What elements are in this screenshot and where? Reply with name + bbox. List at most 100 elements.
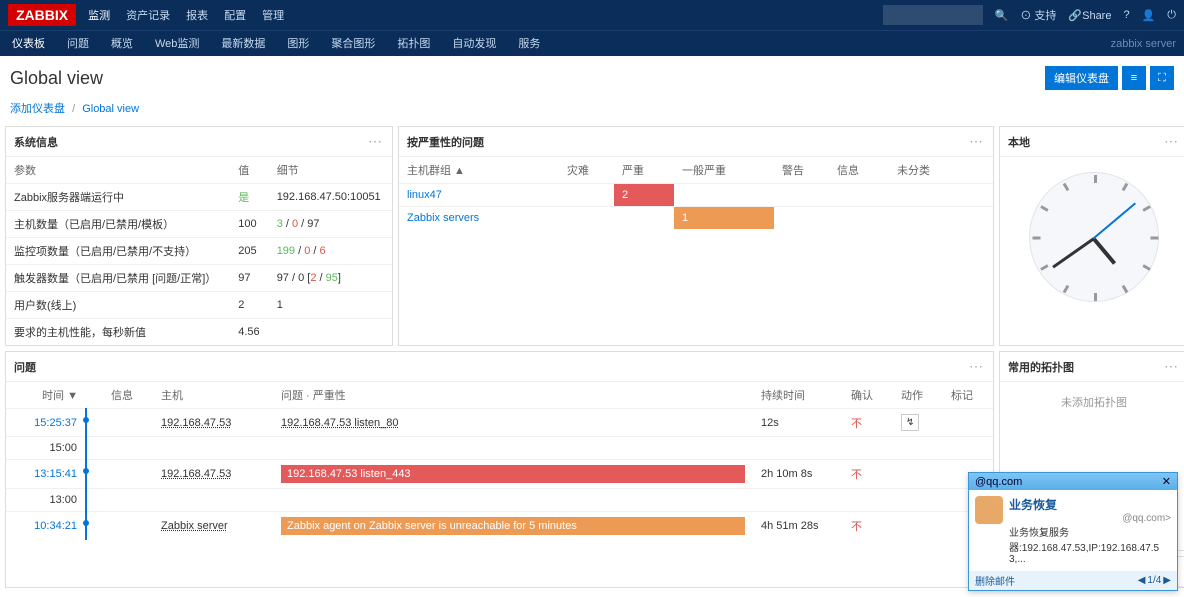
param-cell: 主机数量（已启用/已禁用/模板） bbox=[6, 211, 230, 238]
sub-nav: 仪表板 问题 概览 Web监测 最新数据 图形 聚合图形 拓扑图 自动发现 服务 bbox=[8, 29, 1111, 59]
problem-cell[interactable]: 192.168.47.53 listen_443 bbox=[273, 460, 753, 489]
support-link[interactable]: ⊙ 支持 bbox=[1020, 7, 1056, 23]
sev-high-count[interactable]: 2 bbox=[614, 184, 674, 206]
duration-cell: 2h 10m 8s bbox=[753, 460, 843, 489]
time-label: 13:00 bbox=[6, 489, 86, 512]
ack-link[interactable]: 不 bbox=[843, 409, 893, 437]
clock-widget: 本地 ⋯ bbox=[999, 126, 1184, 346]
subnav-dashboard[interactable]: 仪表板 bbox=[8, 29, 49, 59]
info-cell bbox=[103, 460, 153, 489]
widget-menu-icon[interactable]: ⋯ bbox=[969, 133, 985, 150]
subnav-latest[interactable]: 最新数据 bbox=[217, 29, 269, 59]
action-icon[interactable]: ↯ bbox=[901, 414, 919, 431]
clock-face-container bbox=[1000, 157, 1184, 317]
breadcrumb-sep: / bbox=[72, 103, 75, 115]
param-cell: 监控项数量（已启用/已禁用/不支持） bbox=[6, 238, 230, 265]
col-high: 严重 bbox=[614, 157, 674, 184]
favmap-title: 常用的拓扑图 bbox=[1008, 359, 1164, 375]
sysinfo-title: 系统信息 bbox=[14, 134, 368, 150]
sysinfo-row: 主机数量（已启用/已禁用/模板）1003 / 0 / 97 bbox=[6, 211, 392, 238]
popup-line1: 业务恢复服务 bbox=[1009, 524, 1171, 539]
param-cell: 触发器数量（已启用/已禁用 [问题/正常]） bbox=[6, 265, 230, 292]
col-average: 一般严重 bbox=[674, 157, 774, 184]
nav-monitoring[interactable]: 监测 bbox=[88, 7, 110, 23]
problem-row: 10:34:21 Zabbix serverZabbix agent on Zab… bbox=[6, 512, 993, 541]
nav-inventory[interactable]: 资产记录 bbox=[126, 7, 170, 23]
widget-menu-icon[interactable]: ⋯ bbox=[1164, 358, 1180, 375]
col-time[interactable]: 时间 ▼ bbox=[6, 382, 86, 409]
time-link[interactable]: 10:34:21 bbox=[6, 512, 86, 541]
severity-widget: 按严重性的问题 ⋯ 主机群组 ▲ 灾难 严重 一般严重 警告 信息 未分类 li… bbox=[398, 126, 994, 346]
hostgroup-link[interactable]: Zabbix servers bbox=[399, 207, 559, 230]
subnav-discovery[interactable]: 自动发现 bbox=[448, 29, 500, 59]
ack-link[interactable]: 不 bbox=[843, 512, 893, 541]
col-problem: 问题 · 严重性 bbox=[273, 382, 753, 409]
host-link[interactable]: 192.168.47.53 bbox=[153, 409, 273, 437]
subnav-problems[interactable]: 问题 bbox=[63, 29, 93, 59]
subnav-graphs[interactable]: 图形 bbox=[283, 29, 313, 59]
search-icon[interactable]: 🔍 bbox=[995, 9, 1009, 22]
nav-config[interactable]: 配置 bbox=[224, 7, 246, 23]
detail-cell: 199 / 0 / 6 bbox=[269, 238, 392, 265]
detail-cell: 97 / 0 [2 / 95] bbox=[269, 265, 392, 292]
problems-table: 时间 ▼ 信息 主机 问题 · 严重性 持续时间 确认 动作 标记 15:25:… bbox=[6, 382, 993, 540]
time-link[interactable]: 13:15:41 bbox=[6, 460, 86, 489]
help-icon[interactable]: ? bbox=[1123, 9, 1129, 21]
breadcrumb: 添加仪表盘 / Global view bbox=[0, 96, 1184, 126]
subnav-overview[interactable]: 概览 bbox=[107, 29, 137, 59]
subnav-screens[interactable]: 聚合图形 bbox=[327, 29, 379, 59]
clock-face bbox=[1029, 172, 1159, 302]
popup-title: 业务恢复 bbox=[1009, 496, 1171, 513]
breadcrumb-current[interactable]: Global view bbox=[82, 103, 139, 115]
time-label: 15:00 bbox=[6, 437, 86, 460]
timeline bbox=[86, 437, 103, 460]
problem-cell[interactable]: 192.168.47.53 listen_80 bbox=[273, 409, 753, 437]
edit-dashboard-button[interactable]: 编辑仪表盘 bbox=[1045, 66, 1118, 90]
close-icon[interactable]: ✕ bbox=[1162, 475, 1171, 488]
problem-cell[interactable]: Zabbix agent on Zabbix server is unreach… bbox=[273, 512, 753, 541]
nav-admin[interactable]: 管理 bbox=[262, 7, 284, 23]
logout-icon[interactable]: ⏻ bbox=[1167, 9, 1176, 22]
header-actions: 编辑仪表盘 ≡ ⛶ bbox=[1045, 66, 1174, 90]
sev-avg-count[interactable]: 1 bbox=[674, 207, 774, 229]
severity-table: 主机群组 ▲ 灾难 严重 一般严重 警告 信息 未分类 linux47 2 Za… bbox=[399, 157, 993, 229]
host-link[interactable]: Zabbix server bbox=[153, 512, 273, 541]
delete-mail-link[interactable]: 删除邮件 bbox=[975, 573, 1015, 588]
value-cell: 4.56 bbox=[230, 319, 268, 346]
search-input[interactable] bbox=[883, 5, 983, 25]
col-detail: 细节 bbox=[269, 157, 392, 184]
time-link[interactable]: 15:25:37 bbox=[6, 409, 86, 437]
favmap-empty: 未添加拓扑图 bbox=[1000, 382, 1184, 422]
col-hostgroup[interactable]: 主机群组 ▲ bbox=[399, 157, 559, 184]
tag-cell bbox=[943, 409, 993, 437]
hour-hand bbox=[1092, 238, 1116, 265]
share-link[interactable]: 🔗Share bbox=[1068, 9, 1111, 22]
widget-menu-icon[interactable]: ⋯ bbox=[1164, 133, 1180, 150]
problem-row: 15:25:37 192.168.47.53192.168.47.53 liste… bbox=[6, 409, 993, 437]
ack-link[interactable]: 不 bbox=[843, 460, 893, 489]
user-icon[interactable]: 👤 bbox=[1142, 9, 1156, 22]
fullscreen-icon[interactable]: ⛶ bbox=[1150, 66, 1174, 90]
sysinfo-table: 参数 值 细节 Zabbix服务器端运行中是192.168.47.50:1005… bbox=[6, 157, 392, 345]
prev-icon[interactable]: ◀ bbox=[1138, 575, 1146, 586]
widget-menu-icon[interactable]: ⋯ bbox=[969, 358, 985, 375]
subnav-maps[interactable]: 拓扑图 bbox=[393, 29, 434, 59]
col-disaster: 灾难 bbox=[559, 157, 614, 184]
breadcrumb-root[interactable]: 添加仪表盘 bbox=[10, 103, 65, 115]
logo[interactable]: ZABBIX bbox=[8, 4, 76, 26]
subnav-web[interactable]: Web监测 bbox=[151, 29, 203, 59]
next-icon[interactable]: ▶ bbox=[1163, 575, 1171, 586]
host-link[interactable]: 192.168.47.53 bbox=[153, 460, 273, 489]
sysinfo-row: 监控项数量（已启用/已禁用/不支持）205199 / 0 / 6 bbox=[6, 238, 392, 265]
value-cell: 97 bbox=[230, 265, 268, 292]
nav-reports[interactable]: 报表 bbox=[186, 7, 208, 23]
hostgroup-link[interactable]: linux47 bbox=[399, 184, 559, 207]
menu-icon[interactable]: ≡ bbox=[1122, 66, 1146, 90]
problem-row: 13:00 bbox=[6, 489, 993, 512]
subnav-services[interactable]: 服务 bbox=[514, 29, 544, 59]
popup-line2: 器:192.168.47.53,IP:192.168.47.53,... bbox=[1009, 539, 1171, 565]
top-nav: 监测 资产记录 报表 配置 管理 bbox=[88, 7, 883, 23]
value-cell: 205 bbox=[230, 238, 268, 265]
widget-menu-icon[interactable]: ⋯ bbox=[368, 133, 384, 150]
col-value: 值 bbox=[230, 157, 268, 184]
